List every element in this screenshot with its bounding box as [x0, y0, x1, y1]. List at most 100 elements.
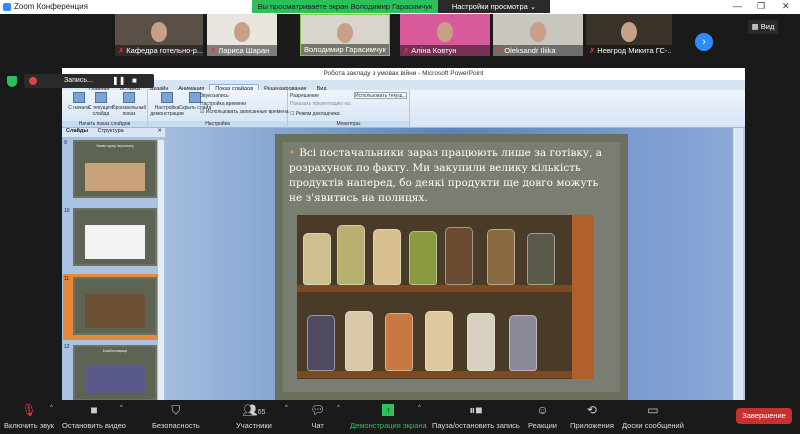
slide-number: 10 [64, 208, 70, 214]
unmute-button[interactable]: 🎙︎ Включить звук [4, 404, 54, 430]
current-slide: • Всі постачальники зараз працюють лише з… [275, 134, 628, 400]
share-caret[interactable]: ^ [418, 405, 421, 411]
pantry-jars-photo [297, 215, 594, 379]
slide-thumbnail-selected[interactable] [73, 277, 157, 335]
participants-button[interactable]: 👥︎65 Участники [236, 404, 272, 430]
view-button[interactable]: ▦ Вид [748, 20, 778, 34]
audio-options-caret[interactable]: ^ [50, 405, 53, 411]
custom-show-button[interactable]: Произвольный показ [112, 92, 146, 117]
slideshow-icon [123, 92, 135, 103]
zoom-logo-icon [3, 3, 11, 11]
slide-thumbnail[interactable]: Бомбосховище [73, 345, 157, 401]
participant-tile[interactable]: ✗ Невгрод Микита ГС-... [586, 14, 672, 56]
participants-icon: 👥︎65 [242, 403, 266, 417]
security-button[interactable]: ⛉ Безопасность [152, 404, 200, 430]
security-shield-icon[interactable] [7, 76, 17, 87]
participant-name: Аліна Ковтун [411, 46, 457, 55]
emoji-icon: ☺ [536, 403, 549, 417]
close-panel-icon[interactable]: ✕ [157, 128, 162, 134]
ribbon-tabs: Главная Вставка Дизайн Анимация Показ слайдо… [62, 80, 745, 94]
participant-tile[interactable]: ✗ Лариса Шаран [207, 14, 277, 56]
slide-thumbnail[interactable] [73, 208, 157, 266]
group-label: Настройка [148, 121, 287, 127]
tab-outline[interactable]: Структура [94, 127, 128, 135]
setup-icon [161, 92, 173, 103]
record-narration-button[interactable]: Звукозапись [200, 93, 229, 99]
participant-tile[interactable]: ✗ Кафедра готельно-р... [115, 14, 203, 56]
shared-screen-powerpoint: Робота закладу з умовах війни - Microsof… [62, 68, 745, 401]
participants-caret[interactable]: ^ [285, 405, 288, 411]
use-timings-checkbox[interactable]: ☑ Использовать записанные времена [200, 109, 289, 115]
whiteboards-button[interactable]: ▭ Доски сообщений [622, 404, 684, 430]
participant-name: Невгрод Микита ГС-... [597, 46, 672, 55]
pause-stop-recording-button[interactable]: ⏸■ Пауза/остановить запись [432, 404, 520, 430]
group-setup: Настройка демонстрации Скрыть слайд Звук… [148, 90, 289, 128]
recording-indicator: Запись... ❚❚ ■ [24, 74, 154, 88]
grid-icon: ▦ [751, 22, 761, 31]
stop-recording-button[interactable]: ■ [132, 76, 137, 85]
slides-panel: Слайды Структура ✕ 9 Умови праці персона… [62, 128, 165, 401]
view-options-button[interactable]: Настройки просмотра ⌄ [438, 0, 550, 13]
video-feed [530, 22, 546, 42]
apps-icon: ⟲ [586, 403, 597, 417]
maximize-button[interactable]: ❐ [757, 1, 765, 12]
video-feed [621, 22, 637, 42]
video-options-caret[interactable]: ^ [120, 405, 123, 411]
participant-name: Володимир Гарасимчук [304, 45, 386, 54]
panel-scrollbar[interactable] [158, 140, 164, 400]
pause-recording-button[interactable]: ❚❚ [112, 76, 125, 85]
video-camera-icon: ■ [90, 403, 98, 417]
reactions-button[interactable]: ☺ Реакции [528, 404, 557, 430]
whiteboard-icon: ▭ [647, 403, 659, 417]
shelf [297, 371, 572, 378]
participant-tile[interactable]: ✗ Аліна Ковтун [400, 14, 490, 56]
stop-video-button[interactable]: ■ Остановить видео [62, 404, 126, 430]
video-feed [234, 22, 250, 42]
shelf [297, 285, 572, 292]
tab-slides[interactable]: Слайды [62, 127, 92, 135]
pause-stop-icon: ⏸■ [469, 403, 483, 417]
group-monitors: Разрешение Использовать текущ... Показат… [288, 90, 410, 128]
share-screen-button[interactable]: ↑ Демонстрация экрана [350, 404, 427, 430]
participant-name: Oleksandr Iliika [504, 46, 556, 55]
group-label: Мониторы [288, 121, 409, 127]
muted-mic-icon: ✗ [403, 46, 410, 55]
share-banner: Вы просматриваете экран Володимир Гараси… [252, 0, 438, 13]
minimize-button[interactable]: — [733, 1, 742, 11]
thumb-title: Умови праці персоналу [96, 144, 134, 148]
share-arrow-icon: ↑ [382, 404, 395, 416]
panel-tabs: Слайды Структура ✕ [62, 128, 165, 137]
muted-mic-icon: ✗ [210, 46, 217, 55]
video-feed [337, 23, 353, 43]
ribbon: С начала С текущего слайда Произвольный … [62, 90, 745, 128]
view-label: Вид [760, 22, 775, 31]
recording-label: Запись... [64, 77, 93, 84]
chat-bubble-icon: 💬︎ [310, 403, 326, 417]
slide-thumbnail[interactable]: Умови праці персоналу [73, 140, 157, 198]
resolution-select[interactable]: Использовать текущ... [354, 92, 407, 99]
slide-body-text[interactable]: • Всі постачальники зараз працюють лише з… [289, 146, 609, 206]
close-button[interactable]: ✕ [782, 1, 790, 12]
participant-tile[interactable]: ✗ Oleksandr Iliika [493, 14, 583, 56]
slide-number: 11 [64, 276, 70, 282]
video-feed [437, 22, 453, 42]
next-page-button[interactable]: › [695, 33, 713, 51]
apps-button[interactable]: ⟲ Приложения [570, 404, 614, 430]
presenter-view-checkbox[interactable]: ☐ Режим докладчика [290, 111, 340, 117]
show-on-label: Показать презентацию на: [290, 101, 352, 107]
participants-count: 65 [257, 409, 266, 416]
participant-tile-active-speaker[interactable]: Володимир Гарасимчук [300, 14, 390, 56]
end-meeting-button[interactable]: Завершение [736, 408, 792, 424]
slide-number: 12 [64, 344, 70, 350]
muted-mic-icon: 🎙︎ [21, 403, 37, 417]
chat-button[interactable]: 💬︎ Чат [310, 404, 325, 430]
bullet-icon: • [289, 147, 296, 159]
participant-name: Лариса Шаран [218, 46, 270, 55]
resolution-label: Разрешение [290, 93, 319, 99]
chat-caret[interactable]: ^ [337, 405, 340, 411]
muted-mic-icon: ✗ [118, 46, 125, 55]
rehearse-timings-button[interactable]: Настройка времени [200, 101, 246, 107]
muted-mic-icon: ✗ [496, 46, 503, 55]
editor-scrollbar[interactable] [733, 128, 743, 400]
video-feed [151, 22, 167, 42]
